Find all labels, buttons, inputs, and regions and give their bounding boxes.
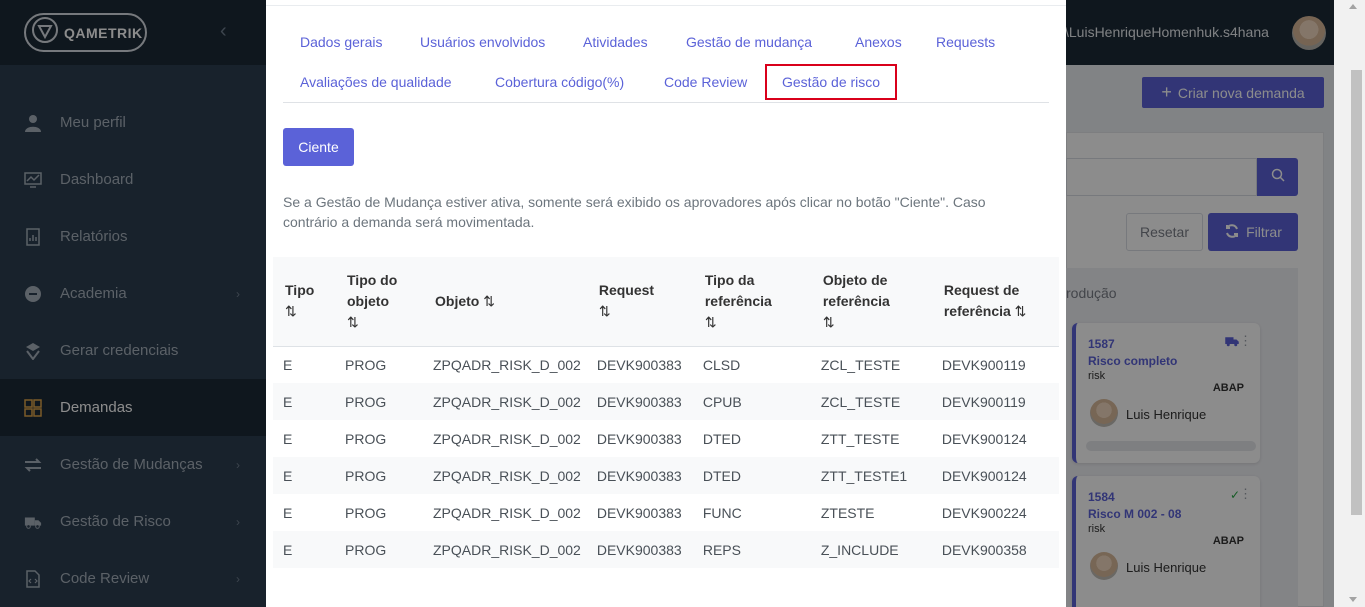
sort-icon[interactable]: ⇅ (285, 303, 297, 319)
sort-icon[interactable]: ⇅ (823, 314, 835, 330)
cell-tipo-do-objeto: PROG (345, 541, 387, 558)
sort-icon[interactable]: ⇅ (483, 293, 495, 309)
cell-tipo-da-referencia: FUNC (702, 504, 742, 521)
cell-objeto: ZPQADR_RISK_D_002 (433, 467, 581, 484)
cell-request: DEVK900383 (596, 356, 682, 373)
cell-tipo-da-referencia: DTED (702, 467, 741, 484)
cell-objeto-de-referencia: Z_INCLUDE (820, 541, 899, 558)
ack-button[interactable]: Ciente (283, 128, 354, 166)
cell-tipo: E (283, 504, 293, 521)
cell-tipo-da-referencia: REPS (702, 541, 741, 558)
cell-request-de-referencia: DEVK900124 (941, 430, 1027, 447)
column-header-objeto-de-referencia[interactable]: Objeto de referência ⇅ (810, 257, 932, 347)
cell-request-de-referencia: DEVK900119 (941, 393, 1026, 410)
cell-tipo: E (283, 356, 293, 373)
cell-objeto-de-referencia: ZTT_TESTE1 (820, 467, 908, 484)
scroll-up-icon[interactable] (1349, 4, 1357, 9)
cell-objeto: ZPQADR_RISK_D_002 (433, 430, 581, 447)
cell-objeto: ZPQADR_RISK_D_002 (433, 393, 581, 410)
cell-request-de-referencia: DEVK900224 (941, 504, 1027, 521)
divider (266, 5, 1066, 6)
cell-request-de-referencia: DEVK900358 (941, 541, 1027, 558)
column-header-request[interactable]: Request ⇅ (586, 257, 693, 347)
table-row: E PROG ZPQADR_RISK_D_002 DEVK900383 CLSD… (273, 346, 1059, 383)
cell-tipo-da-referencia: CLSD (702, 356, 741, 373)
tab-cobertura-codigo[interactable]: Cobertura código(%) (495, 74, 624, 90)
cell-objeto-de-referencia: ZTESTE (820, 504, 875, 521)
info-text: Se a Gestão de Mudança estiver ativa, so… (283, 194, 986, 230)
cell-request: DEVK900383 (596, 393, 682, 410)
cell-objeto-de-referencia: ZCL_TESTE (820, 393, 901, 410)
table-row: E PROG ZPQADR_RISK_D_002 DEVK900383 FUNC… (273, 494, 1059, 531)
demand-modal: Dados gerais Usuários envolvidos Ativida… (266, 0, 1066, 607)
tab-usuarios-envolvidos[interactable]: Usuários envolvidos (420, 34, 545, 50)
tab-dados-gerais[interactable]: Dados gerais (300, 34, 383, 50)
tab-atividades[interactable]: Atividades (583, 34, 648, 50)
cell-objeto-de-referencia: ZTT_TESTE (820, 430, 900, 447)
cell-tipo-do-objeto: PROG (345, 393, 387, 410)
table-row: E PROG ZPQADR_RISK_D_002 DEVK900383 DTED… (273, 457, 1059, 494)
table-header-row: Tipo ⇅ Tipo do objeto ⇅ Objeto ⇅ Request ⇅ … (273, 257, 1059, 347)
cell-tipo-do-objeto: PROG (345, 467, 387, 484)
cell-tipo: E (283, 541, 293, 558)
table-row: E PROG ZPQADR_RISK_D_002 DEVK900383 DTED… (273, 420, 1059, 457)
column-header-tipo-da-referencia[interactable]: Tipo da referência ⇅ (692, 257, 811, 347)
tab-avaliacoes-de-qualidade[interactable]: Avaliações de qualidade (300, 74, 452, 90)
cell-tipo: E (283, 393, 293, 410)
cell-objeto: ZPQADR_RISK_D_002 (433, 356, 581, 373)
cell-request-de-referencia: DEVK900119 (941, 356, 1026, 373)
sort-icon[interactable]: ⇅ (599, 303, 611, 319)
tab-gestao-de-mudanca[interactable]: Gestão de mudança (686, 34, 812, 50)
risk-table: Tipo ⇅ Tipo do objeto ⇅ Objeto ⇅ Request ⇅ … (273, 257, 1059, 568)
cell-tipo-da-referencia: DTED (702, 430, 741, 447)
cell-tipo-do-objeto: PROG (345, 356, 387, 373)
cell-request: DEVK900383 (596, 467, 682, 484)
column-header-objeto[interactable]: Objeto ⇅ (423, 257, 587, 347)
table-row: E PROG ZPQADR_RISK_D_002 DEVK900383 CPUB… (273, 383, 1059, 420)
tab-code-review[interactable]: Code Review (664, 74, 747, 90)
cell-objeto: ZPQADR_RISK_D_002 (433, 541, 581, 558)
cell-request-de-referencia: DEVK900124 (941, 467, 1027, 484)
cell-tipo: E (283, 467, 293, 484)
sort-icon[interactable]: ⇅ (347, 314, 359, 330)
sort-icon[interactable]: ⇅ (1015, 303, 1027, 319)
cell-request: DEVK900383 (596, 541, 682, 558)
column-header-tipo-do-objeto[interactable]: Tipo do objeto ⇅ (335, 257, 423, 347)
cell-tipo-do-objeto: PROG (345, 504, 387, 521)
tab-requests[interactable]: Requests (936, 34, 995, 50)
scrollbar-thumb[interactable] (1351, 70, 1362, 515)
column-header-tipo[interactable]: Tipo ⇅ (273, 257, 335, 347)
cell-objeto: ZPQADR_RISK_D_002 (433, 504, 581, 521)
table-row: E PROG ZPQADR_RISK_D_002 DEVK900383 REPS… (273, 531, 1059, 568)
scroll-down-icon[interactable] (1349, 597, 1357, 602)
tab-anexos[interactable]: Anexos (855, 34, 902, 50)
cell-tipo-do-objeto: PROG (345, 430, 387, 447)
cell-request: DEVK900383 (596, 430, 682, 447)
cell-request: DEVK900383 (596, 504, 682, 521)
cell-tipo: E (283, 430, 293, 447)
cell-objeto-de-referencia: ZCL_TESTE (820, 356, 901, 373)
sort-icon[interactable]: ⇅ (705, 314, 717, 330)
column-header-request-de-referencia[interactable]: Request de referência ⇅ (931, 257, 1059, 347)
cell-tipo-da-referencia: CPUB (702, 393, 742, 410)
modal-tabs: Dados gerais Usuários envolvidos Ativida… (283, 22, 1049, 103)
tab-gestao-de-risco[interactable]: Gestão de risco (765, 64, 898, 100)
